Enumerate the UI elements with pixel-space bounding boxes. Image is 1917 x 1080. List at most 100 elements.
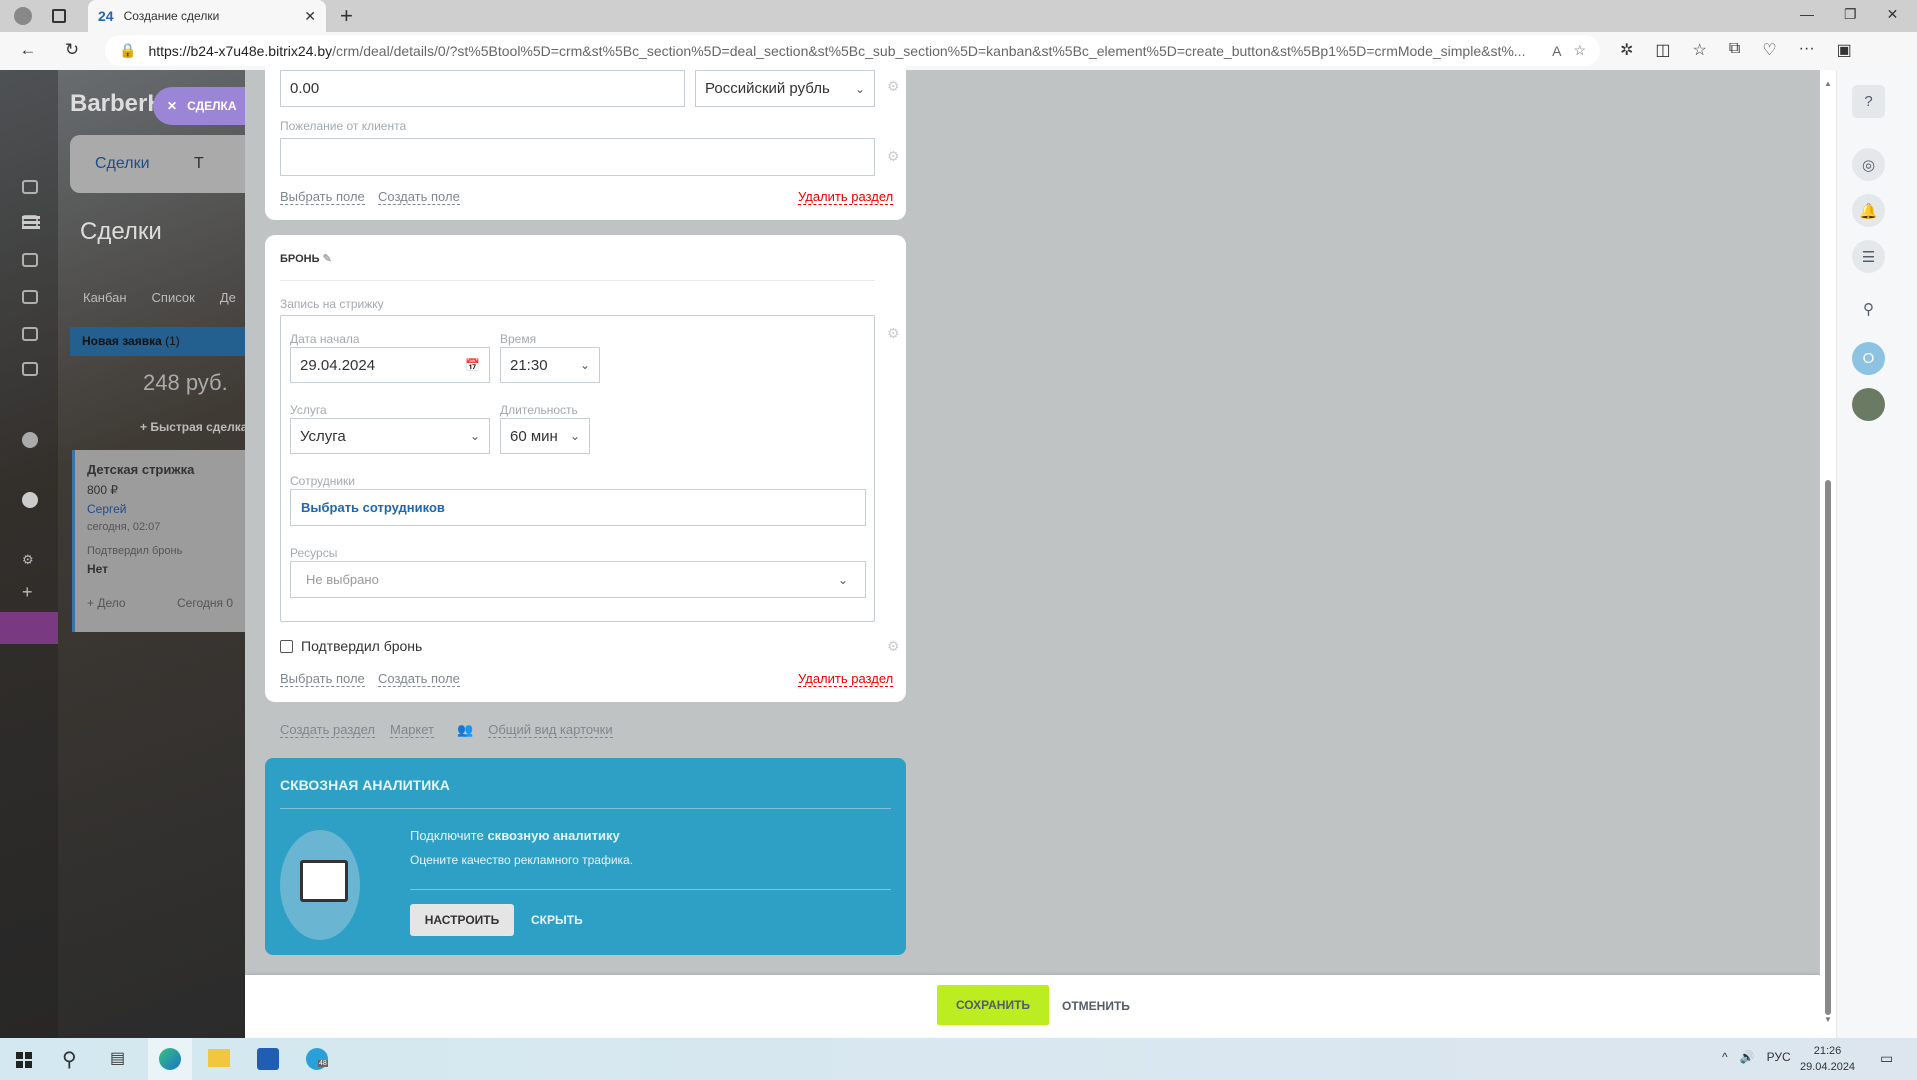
amount-input[interactable]: 0.00	[280, 70, 685, 107]
browser-health-icon[interactable]: ♡	[1762, 40, 1776, 60]
tab-actions-icon[interactable]	[52, 9, 66, 23]
create-field-link[interactable]: Создать поле	[378, 189, 460, 205]
favorites-icon[interactable]: ☆	[1693, 40, 1707, 60]
user-avatar[interactable]	[1852, 388, 1885, 421]
resources-select[interactable]: Не выбрано ⌄	[290, 561, 866, 598]
portal-name: BarberH	[70, 90, 165, 117]
analytics-title: СКВОЗНАЯ АНАЛИТИКА	[280, 777, 450, 793]
footer-bar: СОХРАНИТЬ ОТМЕНИТЬ	[245, 975, 1836, 1037]
calendar-icon: 📅	[465, 358, 480, 372]
section-card-booking: БРОНЬ ✎ Запись на стрижку Дата начала 29…	[265, 235, 906, 702]
clock[interactable]: 21:26 29.04.2024	[1800, 1043, 1855, 1075]
help-icon[interactable]: ?	[1852, 85, 1885, 118]
gear-icon[interactable]: ⚙	[887, 325, 900, 342]
menu-upgrade-icon[interactable]	[0, 612, 58, 644]
market-link[interactable]: Маркет	[389, 722, 435, 738]
menu-settings-icon[interactable]: ⚙	[22, 552, 34, 568]
reload-icon[interactable]: ↻	[60, 40, 84, 60]
menu-help-icon[interactable]	[22, 492, 38, 508]
favorite-star-icon[interactable]: ☆	[1573, 42, 1586, 59]
avatar[interactable]: О	[1852, 342, 1885, 375]
bg-stage-sum: 248 руб.	[143, 370, 228, 395]
scrollbar-thumb[interactable]	[1825, 480, 1831, 1015]
delete-section-link[interactable]: Удалить раздел	[798, 671, 894, 687]
chevron-down-icon: ⌄	[569, 429, 580, 443]
common-view-link[interactable]: Общий вид карточки	[488, 722, 613, 738]
chat-icon[interactable]: ☰	[1852, 240, 1885, 273]
bg-deal-card: Детская стрижка 800 ₽ Сергей сегодня, 02…	[72, 450, 245, 632]
select-staff-button[interactable]: Выбрать сотрудников	[290, 489, 866, 526]
store-icon[interactable]	[257, 1048, 279, 1070]
back-icon[interactable]: ←	[16, 40, 40, 60]
analytics-illustration	[280, 830, 360, 940]
more-icon[interactable]: ···	[1799, 40, 1815, 60]
confirm-booking-checkbox[interactable]	[280, 639, 293, 653]
close-tab-icon[interactable]: ✕	[304, 8, 316, 25]
split-screen-icon[interactable]: ◫	[1655, 40, 1670, 60]
sidebar-toggle-icon[interactable]: ▣	[1837, 40, 1852, 60]
time-select[interactable]: 21:30 ⌄	[500, 347, 600, 383]
gear-icon[interactable]: ⚙	[887, 148, 900, 165]
wish-input[interactable]	[280, 138, 875, 176]
create-field-link[interactable]: Создать поле	[378, 671, 460, 687]
service-select[interactable]: Услуга ⌄	[290, 418, 490, 454]
bg-stage: Новая заявка (1)	[70, 327, 245, 356]
profile-icon[interactable]	[14, 7, 32, 25]
search-icon[interactable]: ⚲	[1852, 292, 1885, 325]
new-tab-icon[interactable]: +	[340, 3, 353, 29]
time-label: Время	[500, 332, 537, 346]
minimize-icon[interactable]: —	[1800, 6, 1814, 23]
file-explorer-icon[interactable]	[208, 1049, 230, 1067]
create-section-link[interactable]: Создать раздел	[280, 722, 375, 738]
duration-select[interactable]: 60 мин ⌄	[500, 418, 590, 454]
date-input[interactable]: 29.04.2024 📅	[290, 347, 490, 383]
date-label: Дата начала	[290, 332, 360, 346]
tray-chevron-up-icon[interactable]: ^	[1722, 1050, 1728, 1064]
menu-more-icon[interactable]	[22, 432, 38, 448]
hide-button[interactable]: СКРЫТЬ	[531, 913, 583, 927]
copilot-icon[interactable]: ◎	[1852, 148, 1885, 181]
gear-icon[interactable]: ⚙	[887, 78, 900, 95]
currency-select[interactable]: Российский рубль ⌄	[695, 70, 875, 107]
service-label: Услуга	[290, 403, 327, 417]
notifications-icon[interactable]: ▭	[1880, 1050, 1893, 1067]
read-aloud-icon[interactable]: A	[1552, 43, 1561, 59]
divider	[410, 889, 891, 890]
windows-start-icon[interactable]	[16, 1052, 32, 1068]
taskbar: ⚲ ▤ 48 ^ 🔊 РУС 21:26 29.04.2024 ▭	[0, 1038, 1917, 1080]
scroll-up-icon: ▲	[1824, 79, 1832, 88]
language-indicator[interactable]: РУС	[1767, 1050, 1791, 1064]
menu-robot-icon[interactable]	[22, 327, 38, 341]
telegram-icon[interactable]: 48	[306, 1048, 328, 1070]
close-slider-button[interactable]: ✕ СДЕЛКА	[153, 87, 245, 125]
scrollbar[interactable]: ▲ ▼	[1820, 70, 1836, 1038]
chevron-down-icon: ⌄	[854, 81, 865, 96]
menu-tasks-icon[interactable]	[22, 215, 38, 229]
menu-crm-icon[interactable]	[22, 253, 38, 267]
delete-section-link[interactable]: Удалить раздел	[798, 189, 894, 205]
booking-box: Дата начала 29.04.2024 📅 Время 21:30 ⌄ Усл…	[280, 315, 875, 622]
select-field-link[interactable]: Выбрать поле	[280, 189, 365, 205]
collections-icon[interactable]: ⧉	[1729, 40, 1740, 60]
menu-contacts-icon[interactable]	[22, 290, 38, 304]
select-field-link[interactable]: Выбрать поле	[280, 671, 365, 687]
cancel-button[interactable]: ОТМЕНИТЬ	[1062, 999, 1130, 1013]
menu-calendar-icon[interactable]	[22, 180, 38, 194]
restore-icon[interactable]: ❐	[1844, 6, 1857, 23]
setup-button[interactable]: НАСТРОИТЬ	[410, 904, 514, 936]
menu-box-icon[interactable]	[22, 362, 38, 376]
search-icon[interactable]: ⚲	[62, 1047, 77, 1072]
volume-icon[interactable]: 🔊	[1740, 1050, 1755, 1064]
bell-icon[interactable]: 🔔	[1852, 194, 1885, 227]
close-window-icon[interactable]: ✕	[1887, 6, 1899, 23]
task-view-icon[interactable]: ▤	[110, 1048, 125, 1068]
save-button[interactable]: СОХРАНИТЬ	[937, 985, 1049, 1025]
gear-icon[interactable]: ⚙	[887, 638, 900, 655]
menu-add-icon[interactable]: +	[22, 582, 33, 603]
browser-tab-bar: 24 Создание сделки ✕ + — ❐ ✕	[0, 0, 1917, 32]
analytics-subtext: Оцените качество рекламного трафика.	[410, 853, 634, 867]
extensions-icon[interactable]: ✲	[1620, 40, 1633, 60]
edit-pencil-icon[interactable]: ✎	[323, 253, 332, 265]
tab-create-deal[interactable]: 24 Создание сделки ✕	[88, 0, 326, 32]
edge-taskbar-button[interactable]	[148, 1038, 192, 1080]
